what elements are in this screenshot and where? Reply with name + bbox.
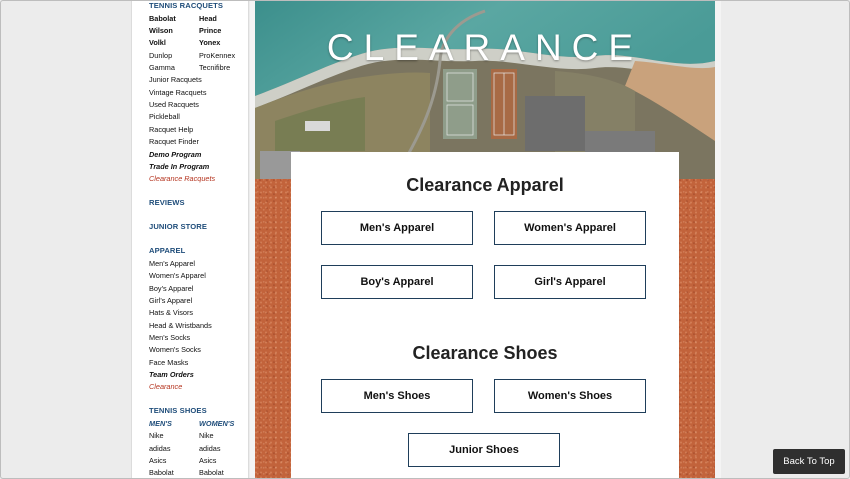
sidebar-item-mens-babolat[interactable]: Babolat	[149, 468, 174, 477]
sidebar-item-mens-nike[interactable]: Nike	[149, 431, 164, 440]
sidebar-item-girls-apparel[interactable]: Girl's Apparel	[149, 296, 192, 305]
sidebar-item-junior-racquets[interactable]: Junior Racquets	[149, 75, 202, 84]
sidebar-item-dunlop[interactable]: Dunlop	[149, 51, 172, 60]
browser-viewport: TENNIS RACQUETS Babolat Wilson Volkl Dun…	[0, 0, 850, 479]
sidebar-item-volkl[interactable]: Volkl	[149, 38, 166, 47]
sidebar-label-mens-shoes[interactable]: MEN'S	[149, 419, 172, 428]
sidebar-item-demo-program[interactable]: Demo Program	[149, 150, 201, 159]
sidebar-item-pickleball[interactable]: Pickleball	[149, 112, 180, 121]
hero-title: CLEARANCE	[326, 27, 644, 68]
sidebar-item-womens-socks[interactable]: Women's Socks	[149, 345, 201, 354]
sidebar-nav: TENNIS RACQUETS Babolat Wilson Volkl Dun…	[131, 1, 249, 478]
womens-apparel-button[interactable]: Women's Apparel	[494, 211, 646, 245]
sidebar-item-womens-nike[interactable]: Nike	[199, 431, 214, 440]
junior-shoes-button[interactable]: Junior Shoes	[408, 433, 560, 467]
sidebar-item-yonex[interactable]: Yonex	[199, 38, 220, 47]
girls-apparel-button[interactable]: Girl's Apparel	[494, 265, 646, 299]
mens-apparel-button[interactable]: Men's Apparel	[321, 211, 473, 245]
sidebar-item-babolat[interactable]: Babolat	[149, 14, 176, 23]
sidebar-item-team-orders[interactable]: Team Orders	[149, 370, 194, 379]
sidebar-item-clearance-racquets[interactable]: Clearance Racquets	[149, 174, 215, 183]
back-to-top-button[interactable]: Back To Top	[773, 449, 845, 474]
sidebar-item-wilson[interactable]: Wilson	[149, 26, 173, 35]
sidebar-item-mens-apparel[interactable]: Men's Apparel	[149, 259, 195, 268]
sidebar-section-apparel[interactable]: APPAREL	[149, 246, 185, 255]
sidebar-item-prokennex[interactable]: ProKennex	[199, 51, 235, 60]
sidebar-item-womens-babolat[interactable]: Babolat	[199, 468, 224, 477]
sidebar-section-tennis-racquets[interactable]: TENNIS RACQUETS	[149, 1, 223, 10]
clearance-card: Clearance Apparel Men's Apparel Women's …	[291, 152, 679, 478]
sidebar-item-mens-socks[interactable]: Men's Socks	[149, 333, 190, 342]
sidebar-item-racquet-help[interactable]: Racquet Help	[149, 125, 193, 134]
sidebar-section-junior-store[interactable]: JUNIOR STORE	[149, 222, 207, 231]
sidebar-section-tennis-shoes[interactable]: TENNIS SHOES	[149, 406, 207, 415]
clearance-apparel-heading: Clearance Apparel	[406, 175, 564, 195]
sidebar-label-womens-shoes[interactable]: WOMEN'S	[199, 419, 234, 428]
sidebar-item-boys-apparel[interactable]: Boy's Apparel	[149, 284, 193, 293]
main-content: CLEARANCE Clearance Apparel Men's Appare…	[255, 1, 715, 478]
sidebar-item-womens-adidas[interactable]: adidas	[199, 444, 221, 453]
sidebar-item-prince[interactable]: Prince	[199, 26, 221, 35]
mens-shoes-button[interactable]: Men's Shoes	[321, 379, 473, 413]
sidebar-item-racquet-finder[interactable]: Racquet Finder	[149, 137, 199, 146]
sidebar-item-head[interactable]: Head	[199, 14, 217, 23]
sidebar-item-clearance-apparel[interactable]: Clearance	[149, 382, 182, 391]
sidebar-item-trade-in-program[interactable]: Trade In Program	[149, 162, 209, 171]
boys-apparel-button[interactable]: Boy's Apparel	[321, 265, 473, 299]
sidebar-item-mens-asics[interactable]: Asics	[149, 456, 166, 465]
sidebar-item-vintage-racquets[interactable]: Vintage Racquets	[149, 88, 206, 97]
sidebar-item-used-racquets[interactable]: Used Racquets	[149, 100, 199, 109]
sidebar-item-head-wristbands[interactable]: Head & Wristbands	[149, 321, 212, 330]
sidebar-item-hats-visors[interactable]: Hats & Visors	[149, 308, 193, 317]
sidebar-item-mens-adidas[interactable]: adidas	[149, 444, 171, 453]
sidebar-item-gamma[interactable]: Gamma	[149, 63, 175, 72]
right-gutter	[715, 1, 721, 478]
sidebar-section-reviews[interactable]: REVIEWS	[149, 198, 185, 207]
womens-shoes-button[interactable]: Women's Shoes	[494, 379, 646, 413]
sidebar-item-face-masks[interactable]: Face Masks	[149, 358, 188, 367]
sidebar-item-tecnifibre[interactable]: Tecnifibre	[199, 63, 230, 72]
clearance-shoes-heading: Clearance Shoes	[412, 343, 558, 363]
sidebar-item-womens-apparel[interactable]: Women's Apparel	[149, 271, 206, 280]
sidebar-item-womens-asics[interactable]: Asics	[199, 456, 216, 465]
